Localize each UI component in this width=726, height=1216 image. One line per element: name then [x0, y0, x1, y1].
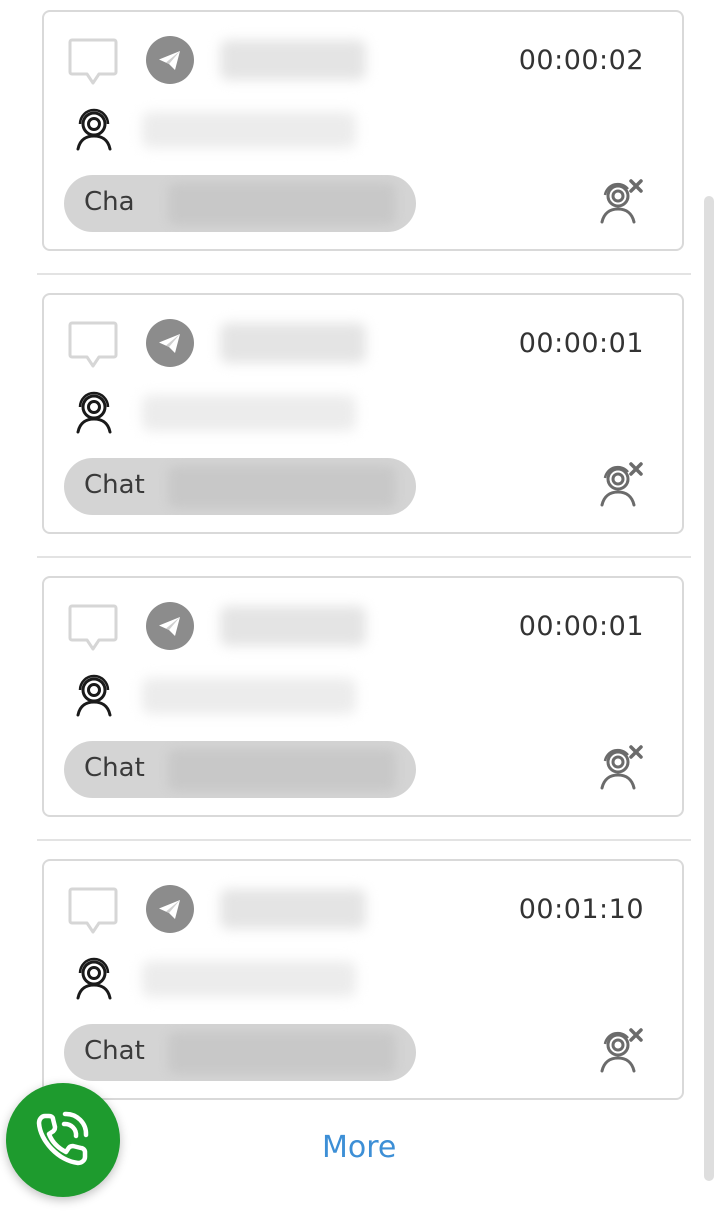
- agent-name-redacted: [142, 112, 356, 148]
- agent-name-redacted: [142, 678, 356, 714]
- telegram-icon: [146, 319, 194, 367]
- chat-tag-redacted: [168, 183, 396, 225]
- conversation-timer: 00:00:01: [518, 328, 644, 359]
- agent-headset-icon: [76, 108, 112, 151]
- chat-tag-label: Chat: [84, 1036, 145, 1066]
- conversation-card[interactable]: 00:00:02 Cha: [42, 10, 684, 251]
- chat-tag-redacted: [168, 466, 396, 508]
- close-chat-icon[interactable]: [598, 178, 644, 226]
- card-divider: [37, 839, 691, 841]
- chat-bubble-icon: [68, 321, 118, 368]
- chat-bubble-icon: [68, 887, 118, 934]
- chat-tag-redacted: [168, 749, 396, 791]
- chat-tag-pill[interactable]: Chat: [64, 458, 416, 515]
- chat-tag-label: Cha: [84, 187, 135, 217]
- close-chat-icon[interactable]: [598, 744, 644, 792]
- customer-name-redacted: [220, 889, 366, 929]
- agent-headset-icon: [76, 391, 112, 434]
- customer-name-redacted: [220, 606, 366, 646]
- chat-tag-label: Chat: [84, 470, 145, 500]
- chat-tag-redacted: [168, 1032, 396, 1074]
- chat-tag-pill[interactable]: Cha: [64, 175, 416, 232]
- conversation-timer: 00:00:02: [518, 45, 644, 76]
- customer-name-redacted: [220, 323, 366, 363]
- card-divider: [37, 556, 691, 558]
- conversation-card[interactable]: 00:00:01 Chat: [42, 293, 684, 534]
- chat-bubble-icon: [68, 604, 118, 651]
- telegram-icon: [146, 602, 194, 650]
- close-chat-icon[interactable]: [598, 461, 644, 509]
- conversation-timer: 00:00:01: [518, 611, 644, 642]
- conversation-card[interactable]: 00:01:10 Chat: [42, 859, 684, 1100]
- chat-tag-pill[interactable]: Chat: [64, 741, 416, 798]
- card-divider: [37, 273, 691, 275]
- more-link[interactable]: More: [322, 1130, 396, 1165]
- conversation-list-panel: 00:00:02 Cha 00:00:01 Chat 00:00:01 Chat…: [0, 0, 726, 1216]
- close-chat-icon[interactable]: [598, 1027, 644, 1075]
- agent-headset-icon: [76, 674, 112, 717]
- scrollbar-thumb[interactable]: [704, 196, 714, 1181]
- telegram-icon: [146, 885, 194, 933]
- phone-call-button[interactable]: [6, 1083, 120, 1197]
- conversation-timer: 00:01:10: [518, 894, 644, 925]
- conversation-card[interactable]: 00:00:01 Chat: [42, 576, 684, 817]
- chat-tag-label: Chat: [84, 753, 145, 783]
- agent-name-redacted: [142, 961, 356, 997]
- chat-tag-pill[interactable]: Chat: [64, 1024, 416, 1081]
- agent-headset-icon: [76, 957, 112, 1000]
- telegram-icon: [146, 36, 194, 84]
- phone-call-icon: [36, 1111, 89, 1166]
- agent-name-redacted: [142, 395, 356, 431]
- chat-bubble-icon: [68, 38, 118, 85]
- customer-name-redacted: [220, 40, 366, 80]
